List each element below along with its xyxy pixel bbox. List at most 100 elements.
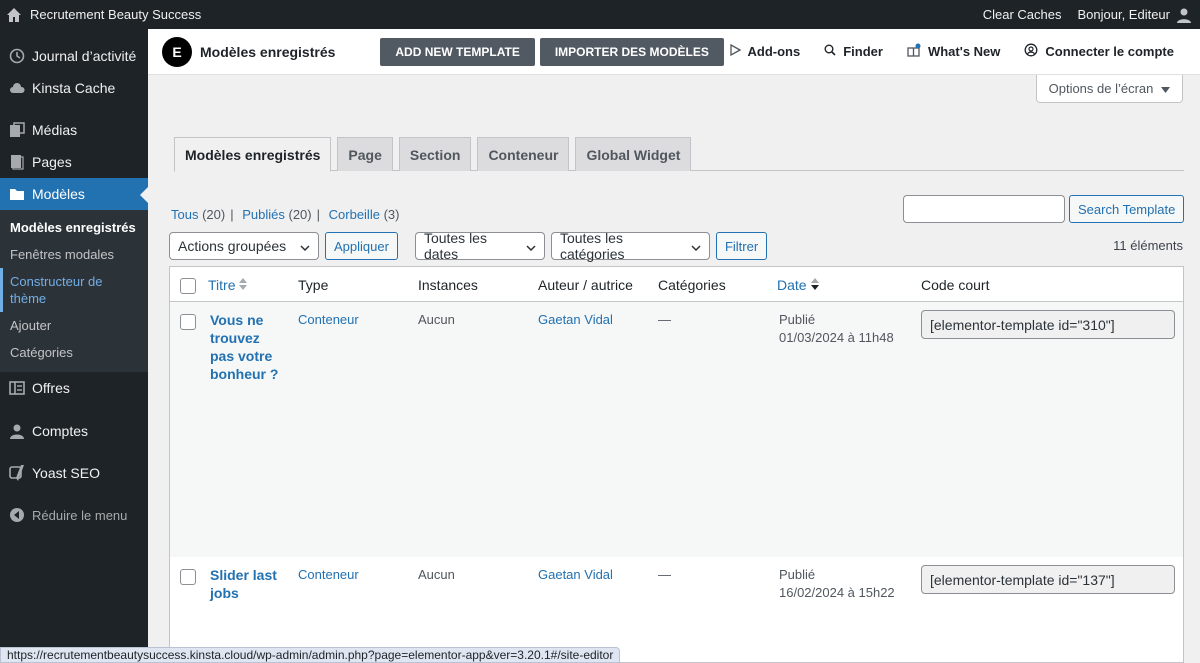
clear-caches-link[interactable]: Clear Caches bbox=[983, 7, 1062, 22]
account-circle-icon bbox=[1024, 43, 1038, 60]
folder-icon bbox=[7, 184, 27, 204]
select-all-checkbox[interactable] bbox=[180, 278, 196, 294]
shortcode-field[interactable]: [elementor-template id="310"] bbox=[921, 310, 1175, 339]
chevron-down-icon bbox=[300, 238, 310, 254]
row-type-link[interactable]: Conteneur bbox=[298, 311, 359, 329]
submenu-theme-builder[interactable]: Constructeur de thème bbox=[0, 268, 148, 312]
sidebar-item-journal[interactable]: Journal d’activité bbox=[0, 40, 148, 72]
submenu-add-new[interactable]: Ajouter bbox=[0, 312, 148, 339]
admin-sidebar: Journal d’activité Kinsta Cache Médias P… bbox=[0, 29, 148, 663]
apply-button[interactable]: Appliquer bbox=[325, 232, 398, 260]
sidebar-item-label: Journal d’activité bbox=[32, 48, 137, 64]
user-icon bbox=[7, 421, 27, 441]
finder-link[interactable]: Finder bbox=[824, 44, 883, 59]
row-date-value: 01/03/2024 à 11h48 bbox=[779, 330, 894, 345]
row-title-link[interactable]: Slider last jobs bbox=[210, 566, 277, 602]
column-author: Auteur / autrice bbox=[538, 277, 633, 293]
greeting-label: Bonjour, Editeur bbox=[1077, 7, 1170, 22]
tab-global-widget[interactable]: Global Widget bbox=[575, 137, 692, 171]
gift-icon bbox=[907, 43, 921, 60]
row-checkbox[interactable] bbox=[180, 314, 196, 330]
items-count: 11 éléments bbox=[1113, 238, 1183, 253]
filter-trash-link[interactable]: Corbeille bbox=[329, 207, 380, 222]
offers-icon bbox=[7, 378, 27, 398]
yoast-icon bbox=[7, 463, 27, 483]
title-line: Slider last bbox=[210, 567, 277, 583]
row-instances: Aucun bbox=[418, 567, 455, 582]
sidebar-item-label: Pages bbox=[32, 154, 72, 170]
filter-trash-count: (3) bbox=[383, 207, 400, 222]
history-icon bbox=[7, 46, 27, 66]
sidebar-item-label: Comptes bbox=[32, 423, 89, 439]
sidebar-item-label: Médias bbox=[32, 122, 78, 138]
chevron-down-icon bbox=[526, 238, 536, 254]
dates-value: Toutes les dates bbox=[423, 230, 487, 262]
addons-link[interactable]: Add-ons bbox=[729, 43, 801, 59]
sidebar-item-modeles[interactable]: Modèles bbox=[0, 178, 148, 210]
filter-published-link[interactable]: Publiés bbox=[242, 207, 285, 222]
shortcode-field[interactable]: [elementor-template id="137"] bbox=[921, 565, 1175, 594]
row-checkbox[interactable] bbox=[180, 569, 196, 585]
table-filters: Actions groupées Appliquer Toutes les da… bbox=[169, 230, 768, 262]
filter-button[interactable]: Filtrer bbox=[715, 232, 768, 260]
row-categories: — bbox=[658, 312, 671, 327]
tab-page[interactable]: Page bbox=[337, 137, 393, 171]
add-new-template-button[interactable]: ADD NEW TEMPLATE bbox=[380, 37, 535, 66]
row-instances: Aucun bbox=[418, 312, 455, 327]
row-author-link[interactable]: Gaetan Vidal bbox=[538, 566, 613, 584]
whats-new-link[interactable]: What's New bbox=[907, 43, 1000, 60]
import-templates-button[interactable]: IMPORTER DES MODÈLES bbox=[539, 37, 724, 66]
elementor-top-bar: E Modèles enregistrés ADD NEW TEMPLATE I… bbox=[148, 29, 1200, 75]
page-title: Modèles enregistrés bbox=[200, 43, 336, 60]
column-title[interactable]: Titre bbox=[208, 277, 248, 293]
column-shortcode: Code court bbox=[921, 277, 990, 293]
connect-account-label: Connecter le compte bbox=[1045, 44, 1174, 59]
submenu-popups[interactable]: Fenêtres modales bbox=[0, 241, 148, 268]
row-type-link[interactable]: Conteneur bbox=[298, 566, 359, 584]
row-author-link[interactable]: Gaetan Vidal bbox=[538, 311, 613, 329]
sidebar-item-offres[interactable]: Offres bbox=[0, 372, 148, 404]
site-name-link[interactable]: Recrutement Beauty Success bbox=[28, 7, 201, 22]
table-row: Vous ne trouvez pas votre bonheur ? Cont… bbox=[170, 302, 1183, 557]
submenu-saved-templates[interactable]: Modèles enregistrés bbox=[0, 214, 148, 241]
dates-select[interactable]: Toutes les dates bbox=[414, 230, 545, 262]
table-header: Titre Type Instances Auteur / autrice Ca… bbox=[170, 267, 1183, 302]
avatar-icon bbox=[1176, 7, 1192, 23]
filter-all-link[interactable]: Tous bbox=[171, 207, 198, 222]
media-icon bbox=[7, 120, 27, 140]
tab-section[interactable]: Section bbox=[398, 137, 472, 171]
finder-label: Finder bbox=[843, 44, 883, 59]
column-date[interactable]: Date bbox=[777, 277, 819, 293]
addons-label: Add-ons bbox=[747, 44, 801, 59]
templates-table: Titre Type Instances Auteur / autrice Ca… bbox=[169, 266, 1184, 663]
search-template-button[interactable]: Search Template bbox=[1069, 195, 1185, 223]
column-title-label: Titre bbox=[208, 277, 236, 293]
tab-saved-templates[interactable]: Modèles enregistrés bbox=[174, 137, 332, 172]
sort-icon bbox=[239, 277, 248, 293]
account-greeting[interactable]: Bonjour, Editeur bbox=[1077, 7, 1192, 23]
sidebar-item-comptes[interactable]: Comptes bbox=[0, 415, 148, 447]
collapse-menu-button[interactable]: Réduire le menu bbox=[0, 499, 148, 531]
screen-options-button[interactable]: Options de l’écran bbox=[1036, 75, 1183, 103]
bulk-actions-select[interactable]: Actions groupées bbox=[169, 232, 319, 260]
categories-select[interactable]: Toutes les catégories bbox=[550, 230, 710, 262]
search-box: Search Template bbox=[903, 195, 1185, 223]
title-line: trouvez bbox=[210, 330, 260, 346]
submenu-categories[interactable]: Catégories bbox=[0, 339, 148, 366]
screen-options-label: Options de l’écran bbox=[1048, 81, 1154, 96]
connect-account-link[interactable]: Connecter le compte bbox=[1024, 43, 1174, 60]
sidebar-item-yoast[interactable]: Yoast SEO bbox=[0, 457, 148, 489]
sidebar-item-kinsta-cache[interactable]: Kinsta Cache bbox=[0, 72, 148, 104]
sidebar-item-medias[interactable]: Médias bbox=[0, 114, 148, 146]
sidebar-item-pages[interactable]: Pages bbox=[0, 146, 148, 178]
title-line: jobs bbox=[210, 585, 239, 601]
search-input[interactable] bbox=[903, 195, 1065, 223]
row-date: Publié 16/02/2024 à 15h22 bbox=[779, 566, 895, 602]
elementor-logo-icon: E bbox=[162, 36, 192, 67]
row-title-link[interactable]: Vous ne trouvez pas votre bonheur ? bbox=[210, 311, 278, 383]
home-icon[interactable] bbox=[0, 0, 28, 29]
title-line: pas votre bbox=[210, 348, 273, 364]
tab-container[interactable]: Conteneur bbox=[477, 137, 570, 171]
page-icon bbox=[7, 152, 27, 172]
play-icon bbox=[729, 43, 741, 59]
